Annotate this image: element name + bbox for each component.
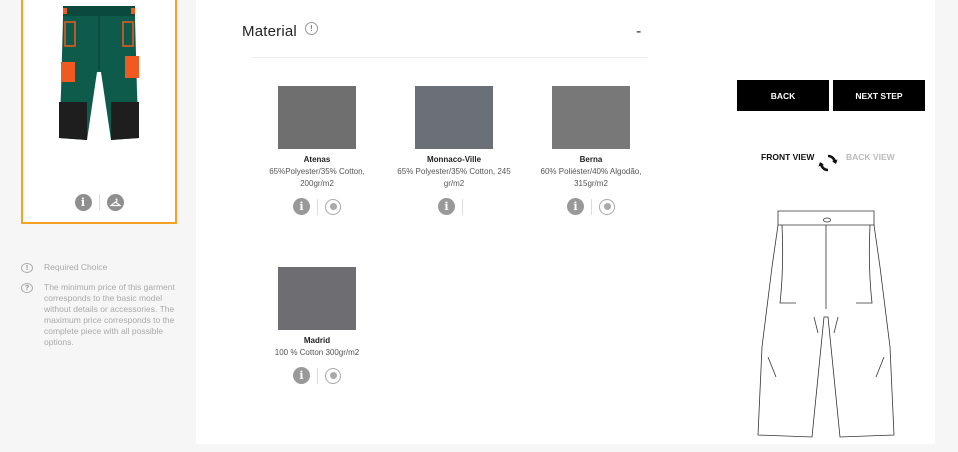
- info-icon[interactable]: i: [567, 198, 584, 215]
- material-icon-row: i: [389, 198, 519, 215]
- info-icon[interactable]: i: [293, 198, 310, 215]
- rotate-icon[interactable]: [818, 153, 838, 173]
- section-title: Material: [242, 23, 297, 40]
- material-name: Monnaco-Ville: [426, 155, 482, 164]
- preview-panel: BACK NEXT STEP FRONT VIEW BACK VIEW: [678, 0, 935, 452]
- notes-list: ! Required Choice ? The minimum price of…: [21, 262, 186, 357]
- material-icon-row: i: [252, 367, 382, 384]
- material-swatch[interactable]: [552, 86, 630, 149]
- material-option-berna[interactable]: Berna 60% Poliéster/40% Algodão, 315gr/m…: [526, 86, 656, 215]
- product-preview-card[interactable]: i: [21, 0, 177, 224]
- material-name: Atenas: [303, 155, 331, 164]
- note-text: The minimum price of this garment corres…: [44, 282, 175, 347]
- back-button[interactable]: BACK: [737, 80, 829, 111]
- divider: [98, 194, 100, 210]
- question-icon: ?: [21, 283, 33, 293]
- material-description: 65%Polyester/35% Cotton, 200gr/m2: [269, 167, 365, 188]
- left-sidebar: i ! Required Choice ? The minimum price …: [0, 0, 196, 452]
- card-icon-row: i: [23, 192, 175, 212]
- note-text: Required Choice: [44, 262, 108, 272]
- info-icon[interactable]: i: [293, 367, 310, 384]
- material-section: Material ! - Atenas 65%Polyester/35% Cot…: [196, 0, 678, 452]
- material-icon-row: i: [252, 198, 382, 215]
- divider: [251, 57, 647, 58]
- material-description: 65% Polyester/35% Cotton, 245 gr/m2: [397, 167, 511, 188]
- back-view-label[interactable]: BACK VIEW: [846, 152, 895, 162]
- material-swatch[interactable]: [278, 86, 356, 149]
- hanger-glyph: [109, 197, 121, 206]
- material-icon-row: i: [526, 198, 656, 215]
- required-choice-note: ! Required Choice: [21, 262, 186, 273]
- material-swatch[interactable]: [278, 267, 356, 330]
- material-swatch[interactable]: [415, 86, 493, 149]
- garment-sketch: [757, 210, 895, 438]
- product-image: [59, 6, 139, 140]
- divider: [317, 367, 318, 384]
- material-name: Berna: [579, 155, 603, 164]
- front-view-label[interactable]: FRONT VIEW: [761, 152, 814, 162]
- material-option-monnaco-ville[interactable]: Monnaco-Ville 65% Polyester/35% Cotton, …: [389, 86, 519, 215]
- material-option-atenas[interactable]: Atenas 65%Polyester/35% Cotton, 200gr/m2…: [252, 86, 382, 215]
- zoom-icon[interactable]: [325, 367, 341, 384]
- material-option-madrid[interactable]: Madrid 100 % Cotton 300gr/m2 i: [252, 267, 382, 384]
- divider: [317, 198, 318, 215]
- hanger-icon[interactable]: [106, 193, 124, 211]
- next-step-button[interactable]: NEXT STEP: [833, 80, 925, 111]
- divider: [462, 198, 463, 215]
- material-description: 100 % Cotton 300gr/m2: [274, 348, 360, 357]
- info-icon[interactable]: i: [74, 193, 92, 211]
- material-name: Madrid: [303, 336, 331, 345]
- collapse-toggle[interactable]: -: [636, 23, 641, 41]
- bottom-strip: [196, 444, 935, 452]
- info-icon[interactable]: !: [305, 22, 318, 35]
- price-note: ? The minimum price of this garment corr…: [21, 282, 186, 348]
- material-description: 60% Poliéster/40% Algodão, 315gr/m2: [540, 167, 642, 188]
- zoom-icon[interactable]: [599, 198, 615, 215]
- alert-icon: !: [21, 263, 33, 273]
- zoom-icon[interactable]: [325, 198, 341, 215]
- info-icon[interactable]: i: [438, 198, 455, 215]
- divider: [591, 198, 592, 215]
- right-gutter: [935, 0, 958, 452]
